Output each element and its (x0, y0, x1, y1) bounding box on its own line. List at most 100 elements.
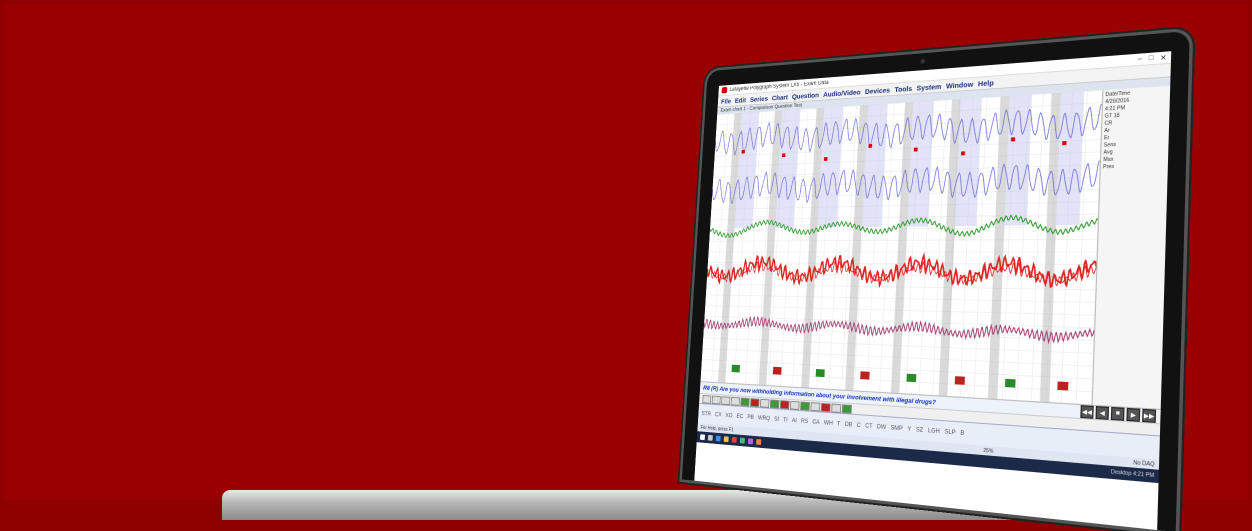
score-marker (782, 153, 786, 157)
menu-devices[interactable]: Devices (865, 85, 891, 95)
question-label[interactable]: C (857, 423, 861, 429)
sequence-cell[interactable] (770, 399, 780, 408)
question-band (891, 102, 913, 393)
sequence-cell[interactable] (821, 402, 831, 411)
menu-edit[interactable]: Edit (735, 96, 747, 105)
info-panel: Date/Time 4/29/2016 4:21 PM GT 18 CR Ar … (1092, 86, 1171, 409)
question-label[interactable]: CX (715, 412, 722, 418)
app-icon[interactable] (756, 439, 761, 445)
menu-file[interactable]: File (721, 97, 731, 106)
menu-audio-video[interactable]: Audio/Video (823, 87, 861, 98)
score-marker (961, 151, 965, 155)
question-marker (732, 365, 741, 373)
question-band (718, 113, 742, 383)
sequence-cell[interactable] (750, 398, 759, 407)
question-label[interactable]: PB (747, 415, 754, 421)
stop-button[interactable]: ■ (1111, 407, 1125, 421)
question-label[interactable]: DW (877, 424, 886, 431)
question-label[interactable]: SZ (916, 427, 924, 434)
question-band (801, 108, 824, 388)
sequence-cell[interactable] (800, 401, 810, 410)
back-button[interactable]: ◀ (1095, 406, 1109, 420)
sequence-cell[interactable] (721, 396, 730, 405)
fast-forward-button[interactable]: ▶▶ (1142, 409, 1156, 423)
search-icon[interactable] (708, 435, 713, 441)
info-line: Pres (1103, 162, 1166, 171)
menu-tools[interactable]: Tools (894, 84, 912, 94)
main-area: Date/Time 4/29/2016 4:21 PM GT 18 CR Ar … (700, 86, 1170, 409)
chart-canvas[interactable] (700, 90, 1102, 405)
close-button[interactable]: ✕ (1160, 53, 1167, 62)
question-band (759, 110, 782, 385)
menu-help[interactable]: Help (978, 78, 994, 88)
windows-start-icon[interactable] (700, 434, 705, 440)
sequence-cell[interactable] (712, 395, 721, 404)
sequence-cell[interactable] (702, 395, 711, 404)
question-marker (816, 369, 825, 377)
question-label[interactable]: EC (736, 414, 743, 420)
question-label[interactable]: AI (792, 418, 797, 424)
menu-window[interactable]: Window (946, 79, 974, 90)
question-band (988, 96, 1010, 399)
grid-line (700, 115, 717, 382)
question-label[interactable]: Y (907, 427, 911, 433)
question-marker (860, 371, 870, 379)
grid-line (1031, 94, 1043, 401)
question-label[interactable]: WH (824, 420, 833, 426)
score-marker (1062, 141, 1066, 145)
question-label[interactable]: DB (845, 422, 853, 428)
question-label[interactable]: RS (801, 419, 808, 425)
browser-icon[interactable] (716, 436, 721, 442)
rewind-button[interactable]: ◀◀ (1080, 405, 1093, 419)
sequence-cell[interactable] (831, 403, 841, 412)
question-label[interactable]: T (837, 421, 841, 427)
folder-icon[interactable] (724, 436, 729, 442)
sequence-cell[interactable] (740, 397, 749, 406)
question-label[interactable]: WRQ (758, 416, 770, 423)
question-band (939, 99, 961, 396)
minimize-button[interactable]: – (1138, 55, 1143, 64)
score-marker (742, 150, 745, 154)
question-label[interactable]: TI (783, 417, 788, 423)
question-marker (1005, 379, 1016, 388)
score-marker (824, 157, 828, 161)
maximize-button[interactable]: □ (1149, 54, 1154, 63)
sequence-cell[interactable] (760, 398, 770, 407)
question-marker (906, 374, 916, 382)
play-button[interactable]: ▶ (1126, 408, 1140, 422)
question-marker (773, 367, 782, 375)
menu-system[interactable]: System (916, 82, 941, 92)
polygraph-app-icon (722, 87, 728, 93)
laptop-screen: Lafayette Polygraph System LX5 - Exam Da… (694, 51, 1171, 530)
polygraph-chart[interactable] (700, 90, 1102, 405)
question-label[interactable]: CT (865, 424, 873, 430)
question-label[interactable]: LGH (928, 428, 940, 435)
question-label[interactable]: CA (812, 420, 820, 426)
question-label[interactable]: B (960, 431, 964, 437)
question-band (1040, 93, 1061, 402)
score-marker (1011, 137, 1015, 141)
question-label[interactable]: STR (701, 411, 711, 417)
menu-question[interactable]: Question (792, 90, 819, 100)
question-label[interactable]: SLP (944, 429, 955, 436)
sequence-cell[interactable] (810, 402, 820, 411)
store-icon[interactable] (740, 438, 745, 444)
score-marker (868, 144, 872, 148)
question-label[interactable]: XO (725, 413, 732, 419)
app-icon[interactable] (748, 438, 753, 444)
question-marker (1057, 381, 1068, 390)
sequence-cell[interactable] (790, 400, 800, 409)
laptop-lid: Lafayette Polygraph System LX5 - Exam Da… (679, 27, 1193, 531)
sequence-cell[interactable] (780, 400, 790, 409)
system-tray: Desktop 4:21 PM (1111, 469, 1154, 479)
laptop-scene: Lafayette Polygraph System LX5 - Exam Da… (0, 0, 1252, 504)
menu-series[interactable]: Series (750, 94, 768, 103)
mail-icon[interactable] (732, 437, 737, 443)
question-marker (955, 376, 965, 385)
sequence-cell[interactable] (842, 404, 852, 413)
question-label[interactable]: SI (774, 417, 779, 423)
menu-chart[interactable]: Chart (772, 93, 788, 102)
sequence-cell[interactable] (731, 396, 740, 405)
webcam-icon (920, 59, 925, 64)
question-label[interactable]: SMP (890, 425, 902, 432)
